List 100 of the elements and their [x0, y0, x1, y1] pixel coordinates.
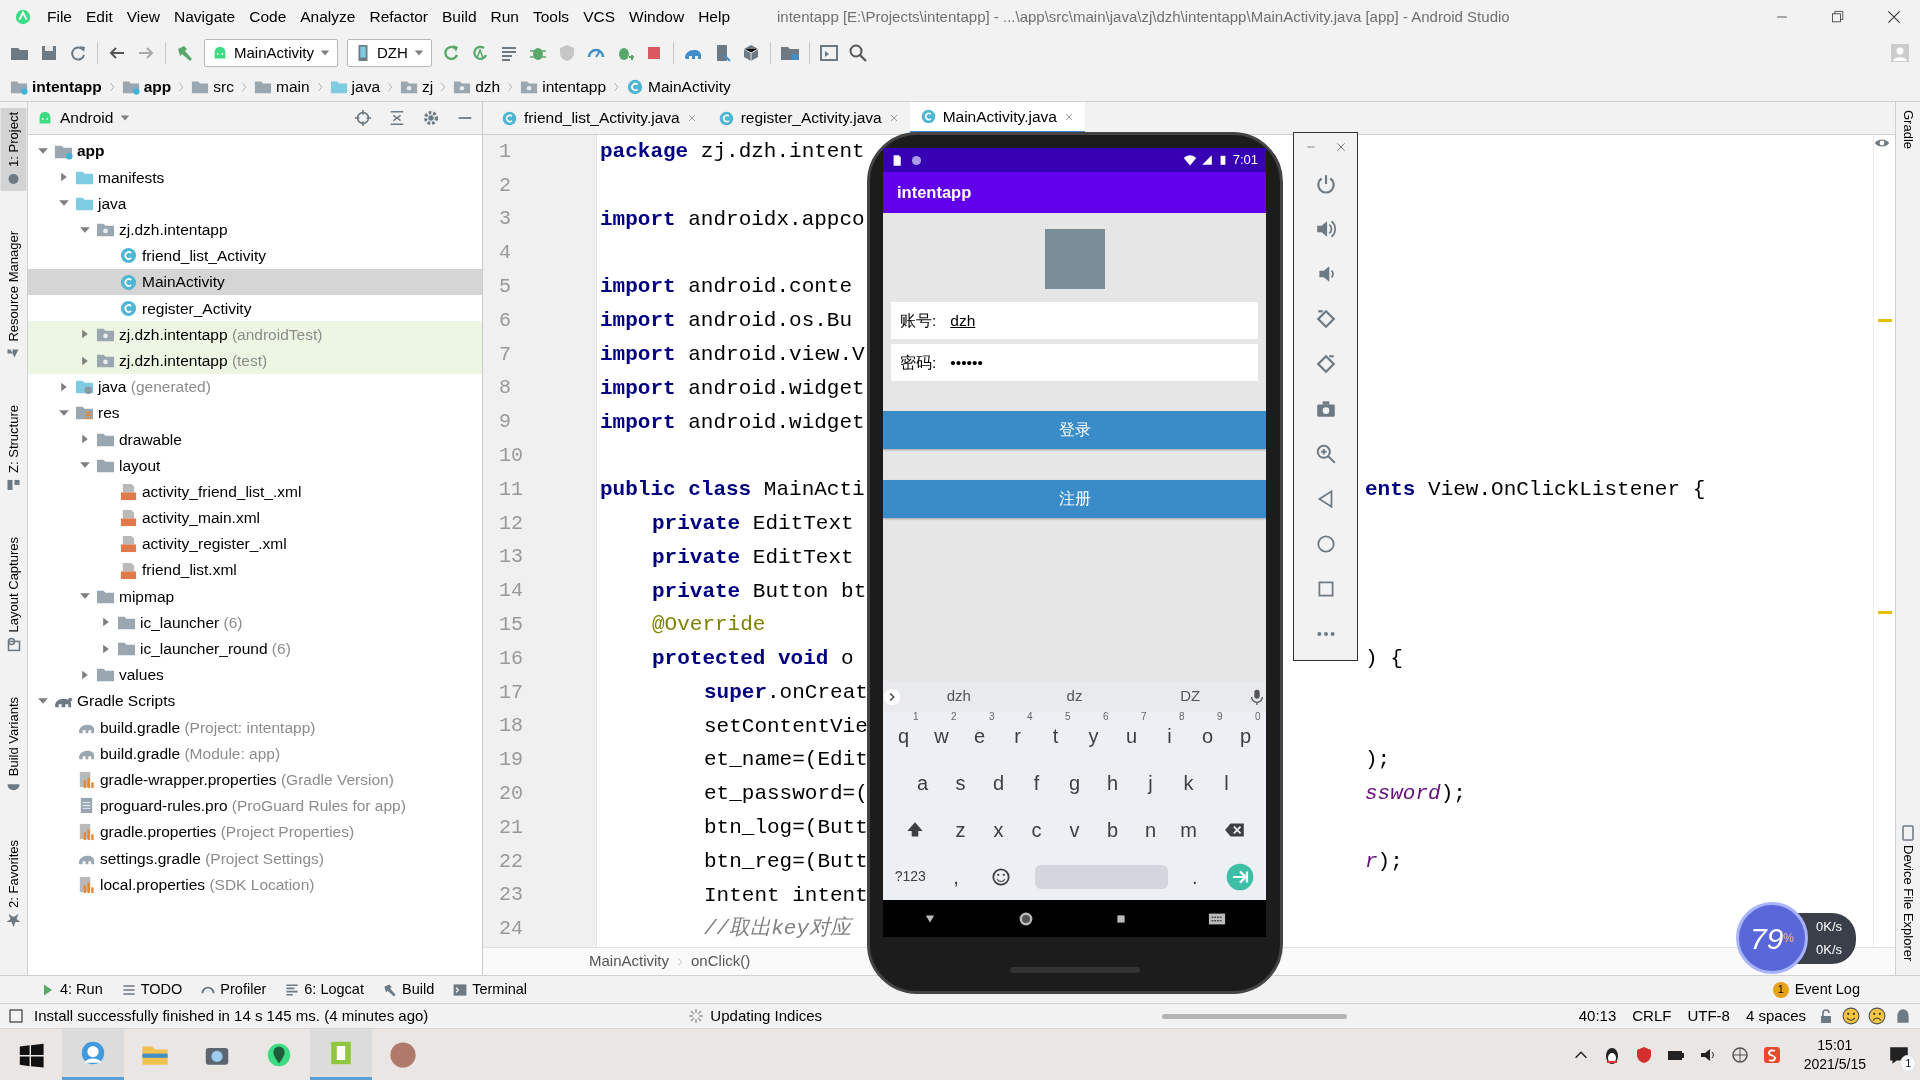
- lock-icon[interactable]: [1818, 1008, 1834, 1024]
- keyboard-key[interactable]: c: [1017, 807, 1056, 852]
- suggestion[interactable]: dzh: [901, 685, 1017, 708]
- collapse-all-icon[interactable]: [388, 109, 406, 127]
- overview-icon[interactable]: [1114, 912, 1127, 925]
- keyboard-key[interactable]: x: [979, 807, 1018, 852]
- run-configuration-dropdown[interactable]: MainActivity: [204, 38, 339, 68]
- status-item[interactable]: CRLF: [1628, 1004, 1676, 1028]
- device-dropdown[interactable]: DZH: [347, 38, 432, 68]
- tree-item[interactable]: local.properties (SDK Location): [28, 871, 482, 898]
- app-button[interactable]: 注册: [883, 480, 1266, 518]
- tree-item[interactable]: mipmap: [28, 583, 482, 610]
- avatar-icon[interactable]: [389, 1040, 417, 1069]
- tree-item[interactable]: java: [28, 190, 482, 217]
- breadcrumb-item[interactable]: MainActivity: [626, 74, 731, 99]
- zoom-in-icon[interactable]: [1314, 442, 1337, 465]
- menu-item[interactable]: Edit: [79, 5, 120, 29]
- suggestion[interactable]: dz: [1016, 685, 1133, 708]
- tree-item[interactable]: ic_launcher_round (6): [28, 635, 482, 662]
- keyboard-key[interactable]: .: [1176, 854, 1214, 899]
- keyboard-key[interactable]: z: [941, 807, 980, 852]
- keyboard-key[interactable]: b: [1093, 807, 1132, 852]
- layout-icon[interactable]: [818, 43, 839, 63]
- tool-window-tab[interactable]: Build Variants: [0, 692, 27, 801]
- menu-item[interactable]: Code: [242, 5, 294, 29]
- editor-tab[interactable]: MainActivity.java: [909, 102, 1085, 134]
- keyboard-key[interactable]: v: [1055, 807, 1094, 852]
- taskbar-clock[interactable]: 15:01 2021/5/15: [1793, 1036, 1876, 1073]
- menu-item[interactable]: Tools: [525, 5, 577, 29]
- editor-tab[interactable]: friend_list_Activity.java: [491, 102, 708, 134]
- tool-window-tab[interactable]: Layout Captures: [0, 533, 27, 657]
- close-icon[interactable]: [1886, 9, 1902, 25]
- tree-item[interactable]: app: [28, 138, 482, 165]
- inspector-icon[interactable]: [1894, 1007, 1912, 1025]
- menu-item[interactable]: View: [119, 5, 168, 29]
- keyboard-key[interactable]: f: [1017, 760, 1056, 805]
- square-icon[interactable]: [8, 1008, 24, 1024]
- keyboard-key[interactable]: n: [1131, 807, 1170, 852]
- tree-item[interactable]: activity_register_.xml: [28, 530, 482, 557]
- tree-item[interactable]: zj.dzh.intentapp (test): [28, 347, 482, 374]
- input-field[interactable]: 密码: ••••••: [891, 344, 1258, 381]
- tree-item[interactable]: zj.dzh.intentapp: [28, 216, 482, 243]
- tree-item[interactable]: gradle.properties (Project Properties): [28, 818, 482, 846]
- keyboard-key[interactable]: l: [1207, 760, 1246, 805]
- menu-item[interactable]: Analyze: [293, 5, 363, 29]
- tool-window-tab[interactable]: Device File Explorer: [1895, 820, 1920, 965]
- tree-item[interactable]: activity_friend_list_.xml: [28, 478, 482, 505]
- tree-item[interactable]: manifests: [28, 164, 482, 191]
- tree-item[interactable]: friend_list_Activity: [28, 242, 482, 269]
- status-item[interactable]: UTF-8: [1683, 1004, 1734, 1028]
- keyboard-key[interactable]: k: [1169, 760, 1208, 805]
- input-method-icon[interactable]: [1729, 1044, 1750, 1065]
- save-icon[interactable]: [39, 43, 59, 63]
- tool-window-tab[interactable]: Z: Structure: [0, 401, 27, 498]
- tool-window-tab[interactable]: 1: Project: [0, 108, 27, 191]
- keyboard-key[interactable]: m: [1169, 807, 1208, 852]
- tool-window-tab[interactable]: Terminal: [452, 978, 527, 1001]
- project-view-dropdown[interactable]: Android: [36, 106, 132, 130]
- menu-item[interactable]: Help: [691, 5, 738, 29]
- keyboard-key[interactable]: d: [979, 760, 1018, 805]
- tree-item[interactable]: MainActivity: [28, 268, 482, 296]
- menu-item[interactable]: Refactor: [362, 5, 436, 29]
- sad-face-icon[interactable]: [1868, 1007, 1886, 1025]
- tool-window-tab[interactable]: 2: Favorites: [0, 836, 27, 932]
- tool-window-tab[interactable]: Profiler: [200, 978, 267, 1001]
- breadcrumb-item[interactable]: onClick(): [691, 950, 751, 973]
- chevron-icon[interactable]: [883, 687, 901, 706]
- tree-item[interactable]: settings.gradle (Project Settings): [28, 845, 482, 872]
- breadcrumb-item[interactable]: intentapp: [10, 74, 102, 99]
- tree-item[interactable]: activity_main.xml: [28, 504, 482, 531]
- rotate-left-icon[interactable]: [1314, 307, 1337, 330]
- tree-item[interactable]: register_Activity: [28, 295, 482, 322]
- breadcrumb-item[interactable]: main: [254, 74, 310, 99]
- tree-item[interactable]: build.gradle (Project: intentapp): [28, 714, 482, 741]
- rotate-right-icon[interactable]: [1314, 352, 1337, 375]
- browser-icon[interactable]: [79, 1039, 107, 1067]
- app-button[interactable]: 登录: [883, 411, 1266, 449]
- power-icon[interactable]: [1314, 172, 1337, 195]
- tool-window-tab[interactable]: Gradle: [1895, 106, 1920, 154]
- keyboard-key[interactable]: j: [1131, 760, 1170, 805]
- tree-item[interactable]: zj.dzh.intentapp (androidTest): [28, 321, 482, 348]
- keyboard-key[interactable]: ,: [937, 854, 975, 899]
- status-item[interactable]: 4 spaces: [1741, 1004, 1810, 1028]
- breadcrumb-item[interactable]: dzh: [453, 74, 501, 99]
- suggestion[interactable]: DZ: [1132, 685, 1248, 708]
- tree-item[interactable]: proguard-rules.pro (ProGuard Rules for app): [28, 792, 482, 819]
- locate-icon[interactable]: [354, 109, 372, 127]
- input-method-s-icon[interactable]: [1761, 1044, 1782, 1065]
- menu-item[interactable]: Window: [622, 5, 692, 29]
- microphone-icon[interactable]: [1248, 687, 1266, 706]
- keyboard-key[interactable]: h: [1093, 760, 1132, 805]
- menu-item[interactable]: Build: [435, 5, 484, 29]
- tool-window-tab[interactable]: Build: [381, 978, 435, 1001]
- tree-item[interactable]: values: [28, 661, 482, 688]
- menu-item[interactable]: VCS: [576, 5, 622, 29]
- happy-face-icon[interactable]: [1842, 1007, 1860, 1025]
- event-log-button[interactable]: 1 Event Log: [1772, 978, 1860, 1001]
- keyboard-key[interactable]: g: [1055, 760, 1094, 805]
- tree-item[interactable]: build.gradle (Module: app): [28, 740, 482, 767]
- tree-item[interactable]: java (generated): [28, 373, 482, 400]
